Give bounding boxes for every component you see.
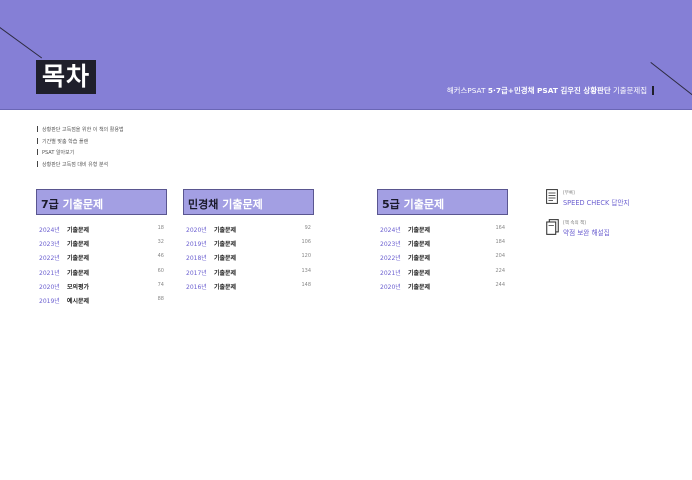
toc-page: 134 <box>301 267 311 274</box>
toc-page: 88 <box>157 295 164 302</box>
toc-year: 2022년 <box>39 255 60 263</box>
header-banner: 목차 해커스PSAT 5·7급+민경채 PSAT 김우진 상황판단 기출문제집 <box>0 0 692 110</box>
toc-year: 2019년 <box>39 297 60 305</box>
toc-page: 18 <box>157 225 164 231</box>
toc-year: 2022년 <box>380 255 401 263</box>
appendix-title: 약점 보완 해설집 <box>563 229 610 237</box>
appendix-title: SPEED CHECK 답안지 <box>563 199 630 207</box>
toc-row[interactable]: 2016년 기출문제 148 <box>183 279 314 293</box>
section-minkyungchae: 민경채 기출문제 2020년 기출문제 92 2019년 기출문제 106 2018년 기… <box>183 189 314 293</box>
intro-item[interactable]: 상황판단 고득점을 위한 이 책의 활용법 <box>37 125 124 137</box>
toc-row[interactable]: 2020년 기출문제 92 <box>183 222 314 236</box>
toc-name: 모의평가 <box>67 283 90 291</box>
toc-name: 기출문제 <box>67 227 90 234</box>
section-header: 5급 기출문제 <box>377 189 508 215</box>
toc-row[interactable]: 2019년 예시문제 88 <box>36 293 167 307</box>
toc-year: 2017년 <box>186 269 207 277</box>
toc-name: 기출문제 <box>214 227 237 234</box>
section-title: 민경채 기출문제 <box>188 198 263 211</box>
toc-row[interactable]: 2020년 기출문제 244 <box>377 279 508 293</box>
toc-row[interactable]: 2018년 기출문제 120 <box>183 250 314 264</box>
toc-name: 기출문제 <box>408 227 431 234</box>
toc-row[interactable]: 2023년 기출문제 32 <box>36 236 167 250</box>
book-icon <box>546 219 559 235</box>
toc-page: 46 <box>157 253 164 260</box>
answer-sheet-icon <box>546 189 558 204</box>
subtitle-book-name: 5·7급+민경채 PSAT 김우진 상황판단 <box>487 86 611 95</box>
toc-page: 204 <box>495 253 505 260</box>
toc-year: 2020년 <box>39 283 60 291</box>
appendix-tag: [부록] <box>563 191 575 196</box>
toc-row[interactable]: 2022년 기출문제 204 <box>377 250 508 264</box>
bullet-bar <box>37 160 38 167</box>
toc-row[interactable]: 2023년 기출문제 184 <box>377 236 508 250</box>
book-subtitle: 해커스PSAT 5·7급+민경채 PSAT 김우진 상황판단 기출문제집 <box>447 85 654 96</box>
section-grade5: 5급 기출문제 2024년 기출문제 164 2023년 기출문제 184 2022년 기… <box>377 189 508 293</box>
intro-item[interactable]: 상황판단 고득점 대비 유형 분석 <box>37 160 124 172</box>
toc-row[interactable]: 2022년 기출문제 46 <box>36 250 167 264</box>
toc-year: 2020년 <box>186 227 207 234</box>
toc-row[interactable]: 2020년 모의평가 74 <box>36 279 167 293</box>
section-title: 5급 기출문제 <box>382 198 445 211</box>
toc-page: 92 <box>304 225 311 231</box>
subtitle-marker <box>652 86 654 95</box>
toc-name: 기출문제 <box>67 269 90 277</box>
toc-page: 224 <box>495 267 505 274</box>
toc-page: 148 <box>301 281 311 288</box>
toc-name: 기출문제 <box>67 255 90 263</box>
toc-page: 164 <box>495 225 505 231</box>
toc-year: 2016년 <box>186 283 207 291</box>
section-header: 민경채 기출문제 <box>183 189 314 215</box>
bullet-bar <box>37 149 38 155</box>
toc-name: 기출문제 <box>214 283 237 291</box>
toc-name: 기출문제 <box>408 241 431 249</box>
toc-row[interactable]: 2019년 기출문제 106 <box>183 236 314 250</box>
section-title: 7급 기출문제 <box>41 198 104 211</box>
toc-row[interactable]: 2021년 기출문제 60 <box>36 265 167 279</box>
section-grade7: 7급 기출문제 2024년 기출문제 18 2023년 기출문제 32 2022년 기출문… <box>36 189 167 307</box>
toc-name: 기출문제 <box>408 269 431 277</box>
toc-year: 2023년 <box>39 241 60 249</box>
toc-row[interactable]: 2024년 기출문제 164 <box>377 222 508 236</box>
toc-name: 기출문제 <box>408 255 431 263</box>
decorative-line <box>0 27 43 59</box>
appendix-tag: [책 속의 책] <box>563 221 586 226</box>
subtitle-tail: 기출문제집 <box>610 86 647 95</box>
toc-page: 120 <box>301 253 311 260</box>
toc-row[interactable]: 2021년 기출문제 224 <box>377 265 508 279</box>
toc-name: 기출문제 <box>214 241 237 249</box>
toc-year: 2018년 <box>186 255 207 263</box>
bullet-bar <box>37 137 38 144</box>
toc-year: 2020년 <box>380 283 401 291</box>
toc-page: 60 <box>157 267 164 274</box>
subtitle-publisher: 해커스PSAT <box>446 86 488 95</box>
toc-name: 기출문제 <box>214 269 237 277</box>
intro-item[interactable]: PSAT 알아보기 <box>37 148 124 160</box>
toc-page: 74 <box>157 281 164 288</box>
toc-row[interactable]: 2024년 기출문제 18 <box>36 222 167 236</box>
page-title: 목차 <box>36 60 97 94</box>
toc-page: 184 <box>495 239 505 246</box>
toc-year: 2021년 <box>380 269 401 277</box>
toc-year: 2023년 <box>380 241 401 249</box>
toc-name: 기출문제 <box>67 241 90 249</box>
toc-page: 106 <box>301 239 311 246</box>
bullet-bar <box>37 126 38 132</box>
decorative-line <box>650 62 692 100</box>
toc-page: 32 <box>157 239 164 246</box>
toc-year: 2024년 <box>380 227 401 234</box>
toc-name: 기출문제 <box>408 283 431 291</box>
toc-year: 2019년 <box>186 241 207 249</box>
intro-list: 상황판단 고득점을 위한 이 책의 활용법 기간별 맞춤 학습 플랜 PSAT … <box>37 125 124 171</box>
toc-year: 2021년 <box>39 269 60 277</box>
toc-name: 예시문제 <box>67 297 90 305</box>
toc-name: 기출문제 <box>214 255 237 263</box>
section-header: 7급 기출문제 <box>36 189 167 215</box>
intro-item[interactable]: 기간별 맞춤 학습 플랜 <box>37 137 124 149</box>
banner-divider <box>0 109 692 110</box>
toc-page: 244 <box>495 281 505 288</box>
toc-row[interactable]: 2017년 기출문제 134 <box>183 265 314 279</box>
toc-year: 2024년 <box>39 227 60 234</box>
